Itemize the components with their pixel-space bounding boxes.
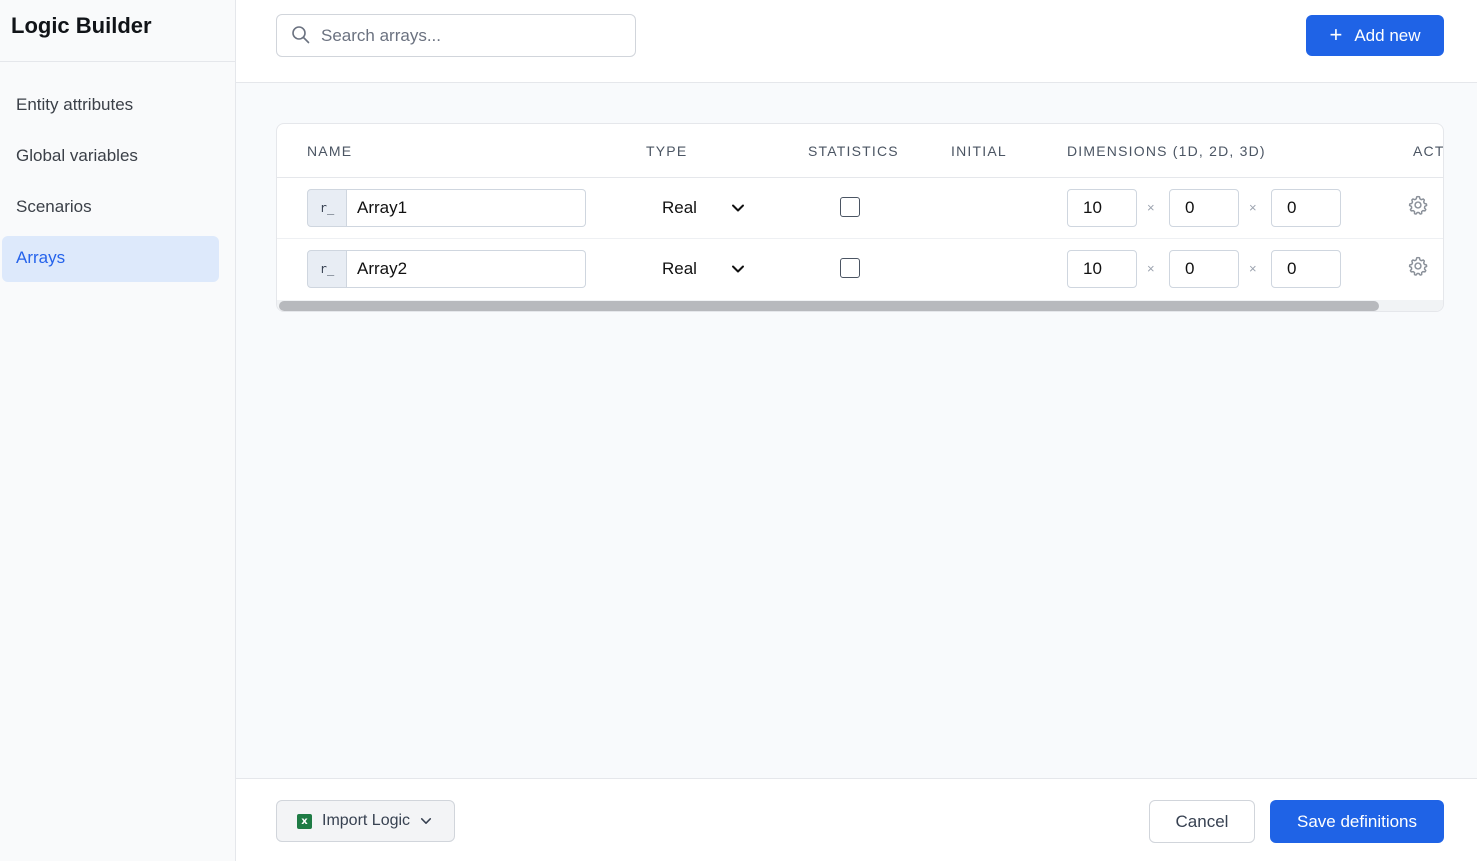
gear-icon[interactable]: [1407, 255, 1429, 277]
dimension-separator: ×: [1147, 261, 1155, 276]
add-new-button[interactable]: + Add new: [1306, 15, 1444, 56]
arrays-table: NAME TYPE STATISTICS INITIAL DIMENSIONS …: [276, 123, 1444, 312]
type-select-value: Real: [662, 259, 697, 278]
table-row: r_ Real × ×: [277, 178, 1443, 239]
sidebar-item-entity-attributes[interactable]: Entity attributes: [2, 83, 219, 129]
dimension-separator: ×: [1249, 261, 1257, 276]
plus-icon: +: [1329, 21, 1343, 47]
column-header-name: NAME: [307, 143, 353, 159]
dimension-2d-input[interactable]: [1169, 250, 1239, 288]
sidebar-item-global-variables[interactable]: Global variables: [2, 134, 219, 180]
import-logic-label: Import Logic: [322, 812, 411, 829]
table-header: NAME TYPE STATISTICS INITIAL DIMENSIONS …: [277, 124, 1444, 178]
dimension-1d-input[interactable]: [1067, 189, 1137, 227]
add-new-label: Add new: [1354, 25, 1421, 45]
column-header-statistics: STATISTICS: [808, 143, 899, 159]
table-row: r_ Real × ×: [277, 239, 1443, 300]
type-select[interactable]: Real: [647, 250, 747, 288]
cancel-button[interactable]: Cancel: [1149, 800, 1255, 843]
gear-icon[interactable]: [1407, 194, 1429, 216]
search-input[interactable]: [321, 15, 621, 56]
import-logic-button[interactable]: x Import Logic: [276, 800, 455, 842]
excel-icon: x: [297, 813, 312, 829]
footer-bar: x Import Logic Cancel Save definitions: [236, 778, 1477, 861]
search-box: [276, 14, 636, 57]
scrollbar-thumb[interactable]: [279, 301, 1379, 311]
chevron-down-icon: [732, 204, 744, 212]
dimension-3d-input[interactable]: [1271, 189, 1341, 227]
dimension-separator: ×: [1147, 200, 1155, 215]
dimension-3d-input[interactable]: [1271, 250, 1341, 288]
horizontal-scrollbar[interactable]: [277, 300, 1443, 311]
save-definitions-button[interactable]: Save definitions: [1270, 800, 1444, 843]
array-name-input[interactable]: [347, 250, 586, 288]
app-title: Logic Builder: [0, 0, 235, 62]
sidebar-item-arrays[interactable]: Arrays: [2, 236, 219, 282]
dimension-separator: ×: [1249, 200, 1257, 215]
type-select[interactable]: Real: [647, 189, 747, 227]
column-header-initial: INITIAL: [951, 143, 1007, 159]
chevron-down-icon: [420, 818, 432, 824]
dimension-1d-input[interactable]: [1067, 250, 1137, 288]
name-prefix: r_: [307, 250, 347, 288]
chevron-down-icon: [732, 265, 744, 273]
sidebar-item-scenarios[interactable]: Scenarios: [2, 185, 219, 231]
dimension-2d-input[interactable]: [1169, 189, 1239, 227]
column-header-dimensions: DIMENSIONS (1D, 2D, 3D): [1067, 143, 1266, 159]
top-bar: + Add new: [236, 0, 1477, 83]
sidebar-nav: Entity attributes Global variables Scena…: [0, 62, 235, 282]
statistics-checkbox[interactable]: [840, 258, 860, 278]
name-prefix: r_: [307, 189, 347, 227]
statistics-checkbox[interactable]: [840, 197, 860, 217]
sidebar: Logic Builder Entity attributes Global v…: [0, 0, 236, 861]
column-header-actions: ACT: [1413, 143, 1444, 159]
array-name-input[interactable]: [347, 189, 586, 227]
column-header-type: TYPE: [646, 143, 688, 159]
search-icon: [292, 26, 310, 44]
type-select-value: Real: [662, 198, 697, 217]
